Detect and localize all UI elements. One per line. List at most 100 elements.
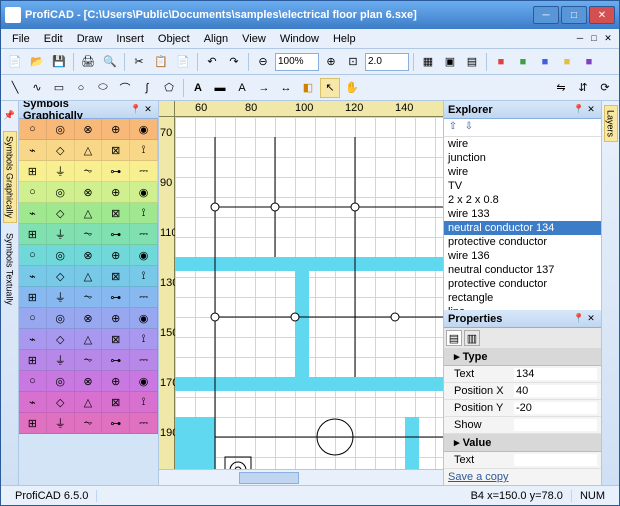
symbol-cell[interactable]: ⏦ [75, 350, 103, 370]
color1-button[interactable]: ■ [491, 52, 511, 72]
symbol-cell[interactable]: ○ [19, 182, 47, 202]
explorer-item[interactable]: junction [444, 151, 601, 165]
explorer-item[interactable]: protective conductor [444, 235, 601, 249]
scrollbar-thumb[interactable] [239, 472, 299, 484]
bezier-tool[interactable]: ∫ [137, 78, 157, 98]
symbol-cell[interactable]: ◎ [47, 371, 75, 391]
rotate-button[interactable]: ⟳ [595, 78, 615, 98]
color2-button[interactable]: ■ [513, 52, 533, 72]
symbol-cell[interactable]: ◎ [47, 308, 75, 328]
explorer-close-icon[interactable]: ✕ [585, 104, 597, 116]
mdi-close[interactable]: ✕ [601, 33, 615, 44]
menu-align[interactable]: Align [197, 31, 235, 47]
mdi-minimize[interactable]: ─ [573, 33, 587, 44]
symbol-cell[interactable]: ◇ [47, 266, 75, 286]
palette-close-icon[interactable]: ✕ [142, 104, 154, 116]
prop-value[interactable]: -20 [514, 402, 597, 414]
maximize-button[interactable]: □ [561, 6, 587, 24]
prop-value[interactable]: 134 [514, 368, 597, 380]
tab-symbols-textually[interactable]: Symbols Textually [4, 229, 16, 309]
polygon-tool[interactable]: ⬠ [159, 78, 179, 98]
symbol-cell[interactable]: ⟟ [130, 392, 158, 412]
explorer-item[interactable]: 2 x 2 x 0.8 [444, 193, 601, 207]
symbol-cell[interactable]: ○ [19, 245, 47, 265]
symbol-cell[interactable]: ⊕ [102, 119, 130, 139]
symbol-cell[interactable]: △ [75, 203, 103, 223]
symbol-cell[interactable]: ⟟ [130, 140, 158, 160]
redo-button[interactable]: ↷ [224, 52, 244, 72]
symbol-cell[interactable]: ⊶ [102, 287, 130, 307]
symbol-cell[interactable]: ⏚ [47, 161, 75, 181]
symbol-cell[interactable]: ⊠ [102, 140, 130, 160]
circle-tool[interactable]: ○ [71, 78, 91, 98]
new-button[interactable]: 📄 [5, 52, 25, 72]
symbol-cell[interactable]: ⊞ [19, 350, 47, 370]
symbol-cell[interactable]: ○ [19, 119, 47, 139]
symbol-cell[interactable]: ⊠ [102, 203, 130, 223]
select-tool[interactable]: ↖ [320, 78, 340, 98]
symbol-cell[interactable]: ⊠ [102, 329, 130, 349]
explorer-item[interactable]: TV [444, 179, 601, 193]
symbol-cell[interactable]: ⊞ [19, 161, 47, 181]
symbol-cell[interactable]: ◉ [130, 308, 158, 328]
symbol-cell[interactable]: ⌁ [19, 329, 47, 349]
explorer-item[interactable]: neutral conductor 137 [444, 263, 601, 277]
symbol-cell[interactable]: ⎓ [130, 161, 158, 181]
symbol-cell[interactable]: ⎓ [130, 287, 158, 307]
undo-button[interactable]: ↶ [202, 52, 222, 72]
polyline-tool[interactable]: ∿ [27, 78, 47, 98]
open-button[interactable]: 📂 [27, 52, 47, 72]
symbol-cell[interactable]: ⊶ [102, 224, 130, 244]
cut-button[interactable]: ✂ [129, 52, 149, 72]
symbol-cell[interactable]: ⎓ [130, 350, 158, 370]
explorer-pin-icon[interactable]: 📍 [573, 104, 585, 116]
symbol-cell[interactable]: ⎓ [130, 413, 158, 433]
symbol-cell[interactable]: ⏦ [75, 161, 103, 181]
tab-layers[interactable]: Layers [604, 105, 618, 142]
symbol-cell[interactable]: ⊶ [102, 350, 130, 370]
paste-button[interactable]: 📄 [173, 52, 193, 72]
symbol-cell[interactable]: ◎ [47, 245, 75, 265]
symbol-cell[interactable]: ⌁ [19, 140, 47, 160]
symbol-cell[interactable]: ◇ [47, 392, 75, 412]
menu-view[interactable]: View [235, 31, 273, 47]
pan-tool[interactable]: ✋ [342, 78, 362, 98]
line-tool[interactable]: ╲ [5, 78, 25, 98]
symbol-cell[interactable]: ⊕ [102, 182, 130, 202]
arc-tool[interactable]: ⌒ [115, 78, 135, 98]
tab-symbols-graphically[interactable]: Symbols Graphically [3, 131, 17, 223]
symbol-cell[interactable]: ⊞ [19, 413, 47, 433]
symbol-cell[interactable]: ⌁ [19, 392, 47, 412]
symbol-cell[interactable]: ◉ [130, 245, 158, 265]
symbol-cell[interactable]: ⊞ [19, 224, 47, 244]
A-button[interactable]: A [232, 78, 252, 98]
prop-value[interactable] [514, 419, 597, 431]
symbol-cell[interactable]: ⎓ [130, 224, 158, 244]
snap-button[interactable]: ▣ [440, 52, 460, 72]
save-button[interactable]: 💾 [49, 52, 69, 72]
symbol-cell[interactable]: ⊶ [102, 161, 130, 181]
menu-edit[interactable]: Edit [37, 31, 70, 47]
explorer-item[interactable]: neutral conductor 134 [444, 221, 601, 235]
menu-window[interactable]: Window [273, 31, 326, 47]
symbol-cell[interactable]: ◉ [130, 182, 158, 202]
symbol-cell[interactable]: ⌁ [19, 266, 47, 286]
prop-value[interactable]: 40 [514, 385, 597, 397]
flip-v-button[interactable]: ⇵ [573, 78, 593, 98]
menu-draw[interactable]: Draw [70, 31, 110, 47]
zoom-out-button[interactable]: ⊖ [253, 52, 273, 72]
symbol-cell[interactable]: ⏚ [47, 287, 75, 307]
color5-button[interactable]: ■ [579, 52, 599, 72]
symbol-cell[interactable]: ◎ [47, 119, 75, 139]
properties-pin-icon[interactable]: 📍 [573, 313, 585, 325]
zoom-fit-button[interactable]: ⊡ [343, 52, 363, 72]
lineweight-input[interactable] [365, 53, 409, 71]
symbol-cell[interactable]: ⊗ [75, 119, 103, 139]
symbol-cell[interactable]: ⏦ [75, 224, 103, 244]
menu-help[interactable]: Help [326, 31, 363, 47]
symbol-cell[interactable]: △ [75, 266, 103, 286]
layout-button[interactable]: ▤ [462, 52, 482, 72]
symbol-cell[interactable]: ⊗ [75, 371, 103, 391]
symbol-cell[interactable]: ⏚ [47, 224, 75, 244]
symbol-cell[interactable]: ⊶ [102, 413, 130, 433]
